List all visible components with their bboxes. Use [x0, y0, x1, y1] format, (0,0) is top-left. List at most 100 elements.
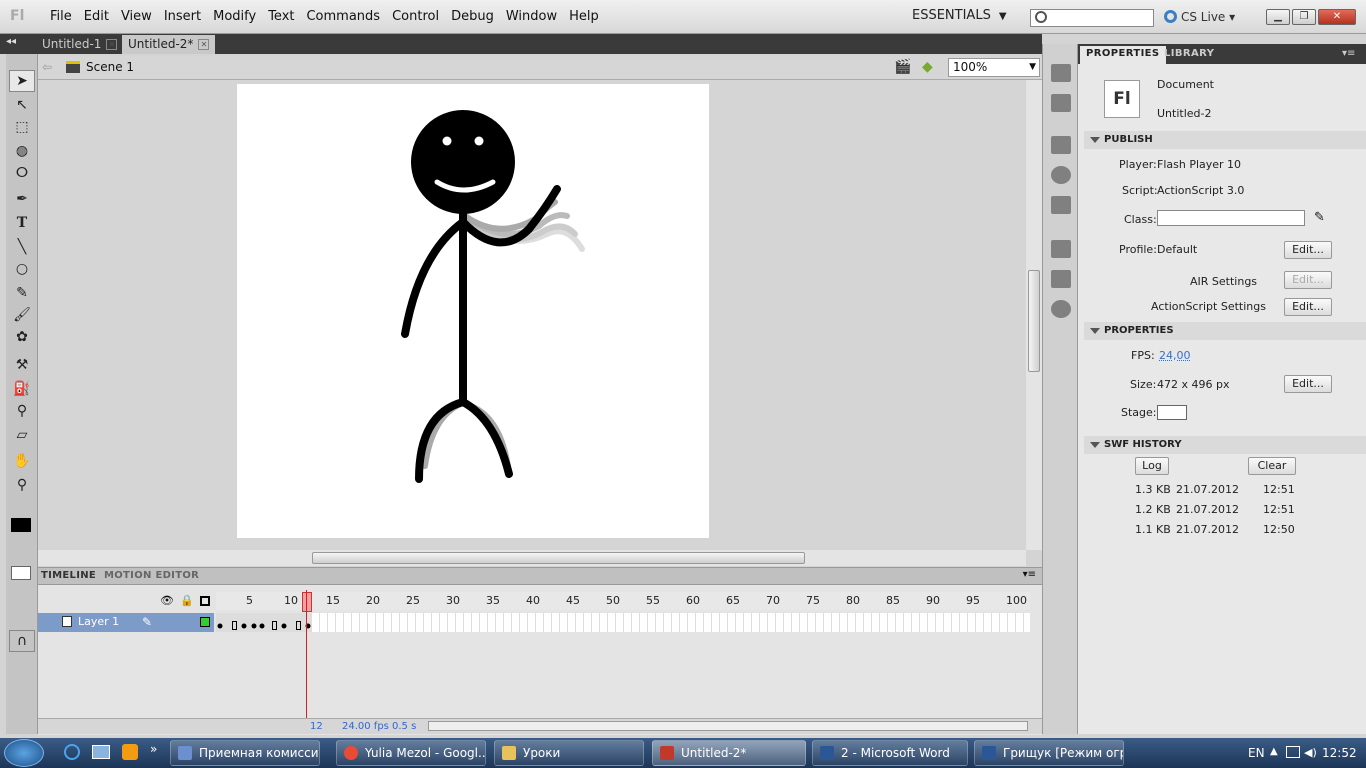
keyframes-span[interactable]: [216, 613, 312, 632]
volume-icon[interactable]: ◀): [1304, 746, 1317, 759]
hand-tool-icon[interactable]: ✋: [9, 450, 35, 472]
tray-arrow-icon[interactable]: ▲: [1270, 746, 1278, 757]
frame-ruler[interactable]: 5 10 15 20 25 30 35 40 45 50 55 60 65 70…: [216, 592, 1030, 610]
edit-symbols-icon[interactable]: ◆: [922, 59, 933, 75]
pencil-tool-icon[interactable]: ✎: [9, 282, 35, 304]
eraser-tool-icon[interactable]: ▱: [9, 424, 35, 446]
language-indicator[interactable]: EN: [1248, 746, 1265, 760]
scene-breadcrumb[interactable]: Scene 1: [66, 60, 134, 74]
fps-value[interactable]: 24,00: [1159, 349, 1191, 362]
class-input[interactable]: [1157, 210, 1305, 226]
current-frame[interactable]: 12: [310, 721, 323, 732]
close-tab-icon[interactable]: ✕: [198, 39, 210, 50]
brush-tool-icon[interactable]: 🖌: [9, 304, 35, 326]
edit-actionscript-settings-button[interactable]: Edit...: [1284, 298, 1332, 316]
lock-icon[interactable]: 🔒: [180, 594, 194, 607]
tab-motion-editor[interactable]: MOTION EDITOR: [104, 570, 199, 581]
free-transform-tool-icon[interactable]: ⬚: [9, 116, 35, 138]
minimize-button[interactable]: ▁: [1266, 9, 1290, 25]
zoom-tool-icon[interactable]: ⚲: [9, 474, 35, 496]
layer-name[interactable]: Layer 1: [78, 615, 119, 628]
info-panel-icon[interactable]: [1051, 166, 1071, 184]
tab-properties[interactable]: PROPERTIES: [1080, 46, 1166, 64]
motion-presets-icon[interactable]: [1051, 300, 1071, 318]
tab-untitled-2[interactable]: Untitled-2* ✕: [122, 35, 216, 54]
back-arrow-icon[interactable]: ⇦: [42, 60, 52, 74]
collapse-icon[interactable]: ◂◂: [6, 36, 16, 47]
frame-rate[interactable]: 24.00 fps: [342, 721, 389, 732]
taskbar-item[interactable]: Приемная комиссия: [170, 740, 320, 766]
edit-air-settings-button[interactable]: Edit...: [1284, 271, 1332, 289]
menu-view[interactable]: View: [115, 0, 158, 34]
code-snippets-icon[interactable]: [1051, 240, 1071, 258]
taskbar-item[interactable]: Грищук [Режим огр...: [974, 740, 1124, 766]
eyedropper-tool-icon[interactable]: ⚲: [9, 400, 35, 422]
taskbar-item[interactable]: 2 - Microsoft Word: [812, 740, 968, 766]
start-button[interactable]: [4, 739, 44, 767]
ie-quicklaunch-icon[interactable]: [64, 744, 80, 760]
panel-menu-icon[interactable]: ▾≡: [1023, 569, 1036, 580]
section-properties[interactable]: PROPERTIES: [1084, 322, 1366, 340]
tab-library[interactable]: LIBRARY: [1164, 48, 1214, 59]
3d-rotation-tool-icon[interactable]: ◍: [9, 140, 35, 162]
cs-live-button[interactable]: CS Live ▾: [1164, 10, 1235, 24]
frames-row[interactable]: [216, 613, 1030, 632]
playhead-handle[interactable]: [302, 592, 312, 612]
restore-button[interactable]: ❐: [1292, 9, 1316, 25]
tray-icon[interactable]: [1286, 746, 1300, 758]
menu-debug[interactable]: Debug: [445, 0, 500, 34]
color-panel-icon[interactable]: [1051, 64, 1071, 82]
stage[interactable]: [237, 84, 709, 538]
menu-commands[interactable]: Commands: [300, 0, 386, 34]
outline-icon[interactable]: [200, 596, 210, 606]
components-panel-icon[interactable]: [1051, 270, 1071, 288]
clear-button[interactable]: Clear: [1248, 457, 1296, 475]
tab-untitled-1[interactable]: Untitled-1 ✕: [36, 35, 123, 54]
horizontal-scroll-thumb[interactable]: [312, 552, 805, 564]
lasso-tool-icon[interactable]: ⵔ: [9, 162, 35, 184]
edit-class-pencil-icon[interactable]: ✎: [1314, 210, 1325, 225]
bone-tool-icon[interactable]: ⚒: [9, 354, 35, 376]
clock[interactable]: 12:52: [1322, 746, 1357, 760]
subselection-tool-icon[interactable]: ↖: [9, 94, 35, 116]
pen-tool-icon[interactable]: ✒: [9, 188, 35, 210]
stroke-color-swatch[interactable]: [11, 518, 31, 532]
swatches-panel-icon[interactable]: [1051, 94, 1071, 112]
tab-timeline[interactable]: TIMELINE: [41, 570, 96, 581]
zoom-select[interactable]: 100% ▼: [948, 58, 1040, 77]
taskbar-item[interactable]: Уроки: [494, 740, 644, 766]
show-hide-eye-icon[interactable]: 👁: [160, 594, 174, 607]
paint-bucket-tool-icon[interactable]: ⛽: [9, 378, 35, 400]
snap-magnet-icon[interactable]: ∩: [9, 630, 35, 652]
menu-insert[interactable]: Insert: [158, 0, 207, 34]
help-search-input[interactable]: [1030, 9, 1154, 27]
workspace-switcher[interactable]: ESSENTIALS ▼: [912, 8, 1007, 23]
edit-size-button[interactable]: Edit...: [1284, 375, 1332, 393]
menu-control[interactable]: Control: [386, 0, 445, 34]
taskbar-item[interactable]: Yulia Mezol - Googl...: [336, 740, 486, 766]
playhead[interactable]: [306, 590, 307, 732]
taskbar-item-active[interactable]: Untitled-2*: [652, 740, 806, 766]
log-button[interactable]: Log: [1135, 457, 1169, 475]
section-publish[interactable]: PUBLISH: [1084, 131, 1366, 149]
stage-color-swatch[interactable]: [1157, 405, 1187, 420]
oval-tool-icon[interactable]: ○: [9, 258, 35, 280]
menu-window[interactable]: Window: [500, 0, 563, 34]
selection-tool-icon[interactable]: ➤: [9, 70, 35, 92]
stick-figure-artwork[interactable]: [237, 84, 709, 538]
deco-tool-icon[interactable]: ✿: [9, 326, 35, 348]
layer-outline-color-icon[interactable]: [200, 617, 210, 627]
align-panel-icon[interactable]: [1051, 136, 1071, 154]
desktop-quicklaunch-icon[interactable]: [92, 745, 110, 759]
timeline-horizontal-scrollbar[interactable]: [428, 721, 1028, 731]
transform-panel-icon[interactable]: [1051, 196, 1071, 214]
line-tool-icon[interactable]: ╲: [9, 236, 35, 258]
fill-color-swatch[interactable]: [11, 566, 31, 580]
close-tab-icon[interactable]: ✕: [106, 39, 118, 50]
section-swf-history[interactable]: SWF HISTORY: [1084, 436, 1366, 454]
menu-modify[interactable]: Modify: [207, 0, 262, 34]
menu-text[interactable]: Text: [262, 0, 300, 34]
panel-menu-icon[interactable]: ▾≡: [1342, 48, 1355, 59]
text-tool-icon[interactable]: T: [9, 212, 35, 234]
menu-file[interactable]: File: [44, 0, 78, 34]
